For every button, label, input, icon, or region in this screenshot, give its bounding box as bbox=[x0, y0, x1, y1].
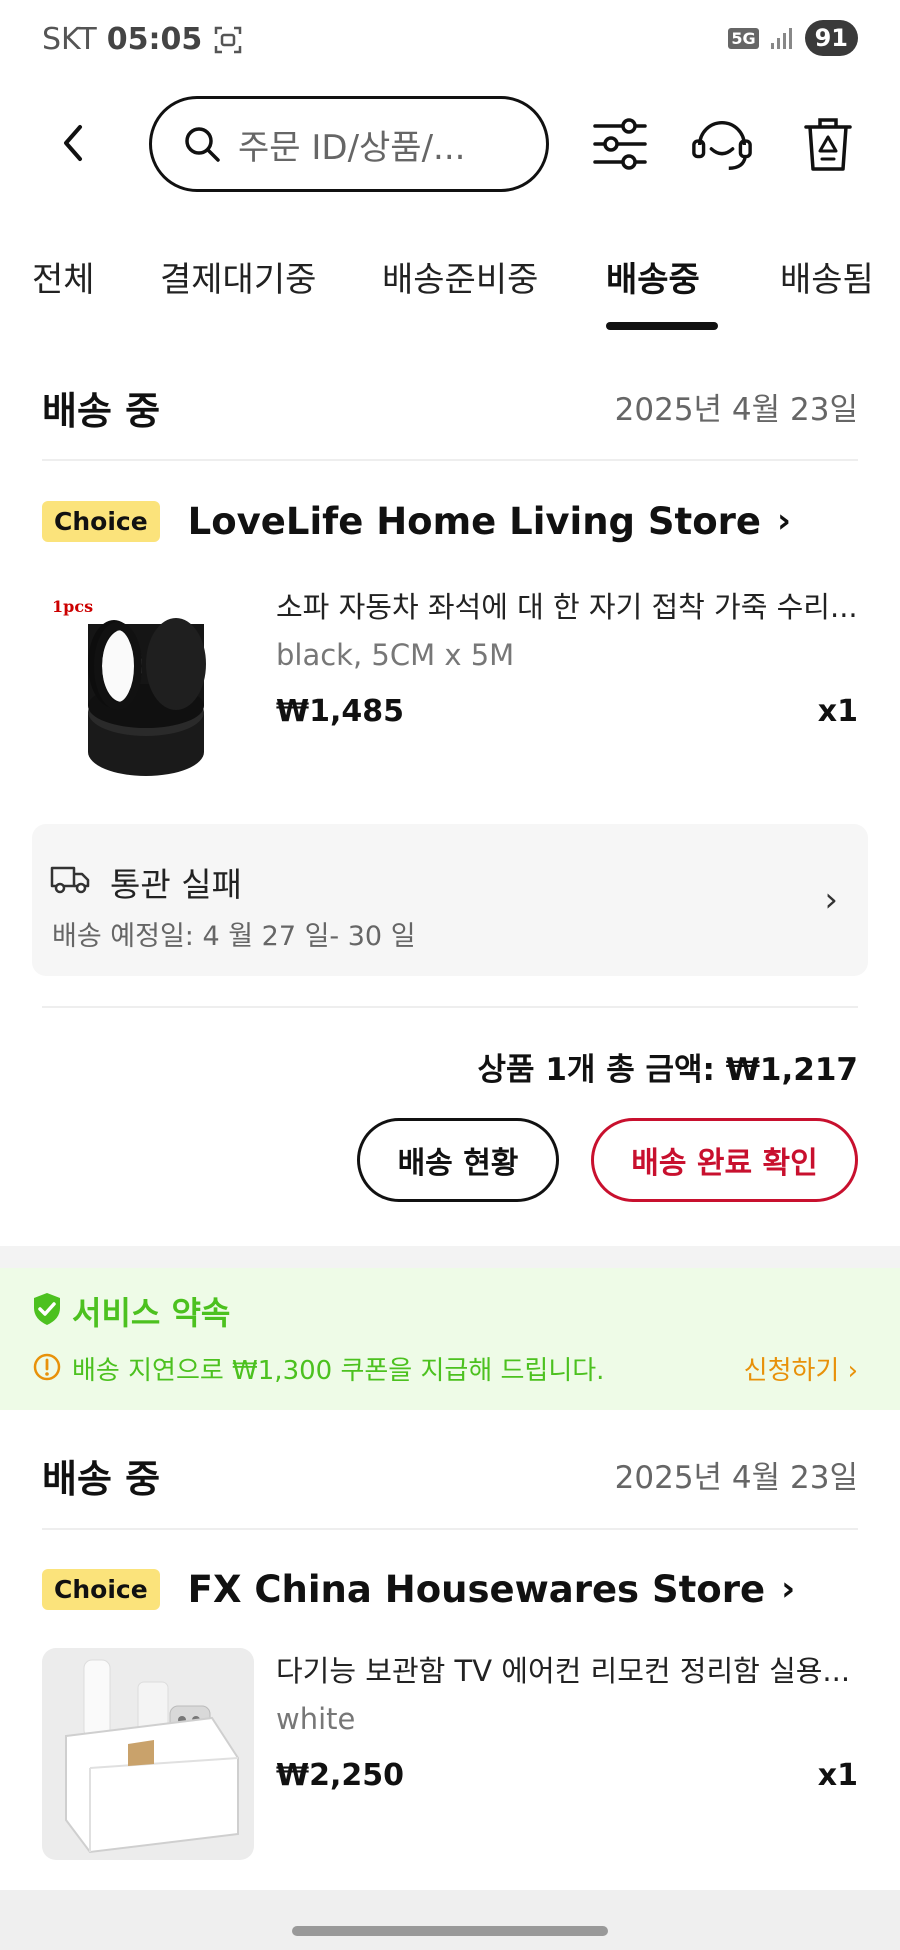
order-date: 2025년 4월 23일 bbox=[614, 392, 858, 428]
network-5g-icon: 5G bbox=[728, 27, 759, 49]
order-status-tabs: 전체 결제대기중 배송준비중 배송중 배송됨 bbox=[0, 240, 900, 340]
headset-icon bbox=[692, 120, 752, 170]
product-thumbnail[interactable]: 1pcs bbox=[42, 584, 254, 796]
choice-badge: Choice bbox=[42, 1568, 160, 1610]
tab-preparing[interactable]: 배송준비중 bbox=[382, 252, 538, 301]
truck-icon bbox=[50, 866, 90, 894]
apply-coupon-link[interactable]: 신청하기 › bbox=[744, 1350, 858, 1387]
battery-indicator: 91 bbox=[804, 20, 858, 56]
thumb-label: 1pcs bbox=[52, 597, 93, 616]
screenshot-icon bbox=[214, 26, 242, 53]
track-shipment-button[interactable]: 배송 현황 bbox=[357, 1118, 559, 1202]
order-status-title: 배송 중 bbox=[42, 389, 161, 433]
section-separator bbox=[0, 1246, 900, 1268]
search-icon bbox=[185, 127, 220, 162]
clock: 05:05 bbox=[106, 22, 203, 57]
product-price: ₩1,485 bbox=[276, 694, 404, 729]
tracking-info[interactable]: 통관 실패 배송 예정일: 4 월 27 일- 30 일 › bbox=[32, 824, 868, 976]
filter-button[interactable] bbox=[588, 112, 652, 176]
product-title: 다기능 보관함 TV 에어컨 리모컨 정리함 실용... bbox=[276, 1654, 851, 1688]
chevron-right-icon: › bbox=[824, 880, 838, 920]
product-title: 소파 자동차 좌석에 대 한 자기 접착 가죽 수리... bbox=[276, 590, 858, 624]
top-nav: 주문 ID/상품/... bbox=[0, 90, 900, 200]
signal-icon bbox=[770, 28, 792, 49]
chevron-left-icon bbox=[64, 125, 82, 161]
order-date: 2025년 4월 23일 bbox=[614, 1460, 858, 1496]
recycle-bin-button[interactable] bbox=[796, 112, 860, 176]
store-name[interactable]: LoveLife Home Living Store bbox=[188, 500, 761, 543]
status-right: 5G 91 bbox=[728, 20, 858, 56]
order-total: 상품 1개 총 금액: ₩1,217 bbox=[477, 1052, 858, 1088]
product-variant: black, 5CM x 5M bbox=[276, 638, 515, 672]
estimated-delivery: 배송 예정일: 4 월 27 일- 30 일 bbox=[52, 921, 416, 952]
search-placeholder: 주문 ID/상품/... bbox=[238, 127, 466, 168]
product-thumbnail[interactable] bbox=[42, 1648, 254, 1860]
product-variant: white bbox=[276, 1702, 356, 1736]
shield-check-icon bbox=[34, 1293, 60, 1325]
tape-roll-image: 1pcs bbox=[42, 584, 254, 796]
divider bbox=[42, 459, 858, 461]
product-item[interactable]: 다기능 보관함 TV 에어컨 리모컨 정리함 실용... white ₩2,25… bbox=[42, 1648, 858, 1860]
tab-pending-payment[interactable]: 결제대기중 bbox=[160, 252, 316, 301]
service-promise-title: 서비스 약속 bbox=[72, 1294, 231, 1332]
status-bar: SKT 05:05 5G 91 bbox=[0, 0, 900, 84]
trash-recycle-icon bbox=[804, 118, 852, 171]
store-row[interactable]: Choice LoveLife Home Living Store › bbox=[42, 496, 858, 546]
choice-badge: Choice bbox=[42, 500, 160, 542]
store-name[interactable]: FX China Housewares Store bbox=[188, 1568, 765, 1611]
search-input[interactable]: 주문 ID/상품/... bbox=[149, 96, 549, 192]
confirm-delivery-button[interactable]: 배송 완료 확인 bbox=[591, 1118, 858, 1202]
divider bbox=[42, 1528, 858, 1530]
storage-box-image bbox=[42, 1648, 254, 1860]
tab-all[interactable]: 전체 bbox=[32, 252, 95, 301]
tab-delivered[interactable]: 배송됨 bbox=[780, 252, 874, 301]
order-header: 배송 중 2025년 4월 23일 bbox=[42, 380, 858, 440]
home-indicator[interactable] bbox=[292, 1926, 608, 1936]
tracking-status: 통관 실패 bbox=[110, 865, 242, 904]
divider bbox=[42, 1006, 858, 1008]
order-header: 배송 중 2025년 4월 23일 bbox=[42, 1448, 858, 1508]
status-left: SKT 05:05 bbox=[42, 22, 244, 57]
filter-sliders-icon bbox=[593, 118, 647, 170]
gesture-area bbox=[0, 1890, 900, 1950]
service-promise-banner: 서비스 약속 배송 지연으로 ₩1,300 쿠폰을 지급해 드립니다. 신청하기… bbox=[0, 1268, 900, 1410]
chevron-right-icon: › bbox=[781, 1569, 796, 1609]
customer-service-button[interactable] bbox=[690, 112, 754, 176]
product-quantity: x1 bbox=[817, 694, 858, 729]
chevron-right-icon: › bbox=[777, 501, 792, 541]
product-item[interactable]: 1pcs 소파 자동차 좌석에 대 한 자기 접착 가죽 수리... black… bbox=[42, 584, 858, 796]
order-status-title: 배송 중 bbox=[42, 1457, 161, 1501]
carrier-label: SKT bbox=[42, 22, 97, 57]
product-quantity: x1 bbox=[817, 1758, 858, 1793]
tab-shipping[interactable]: 배송중 bbox=[606, 252, 700, 301]
active-tab-indicator bbox=[606, 322, 718, 330]
coupon-message: 배송 지연으로 ₩1,300 쿠폰을 지급해 드립니다. bbox=[72, 1356, 605, 1386]
product-price: ₩2,250 bbox=[276, 1758, 404, 1793]
store-row[interactable]: Choice FX China Housewares Store › bbox=[42, 1564, 858, 1614]
back-button[interactable] bbox=[48, 118, 98, 168]
info-icon bbox=[33, 1353, 61, 1381]
